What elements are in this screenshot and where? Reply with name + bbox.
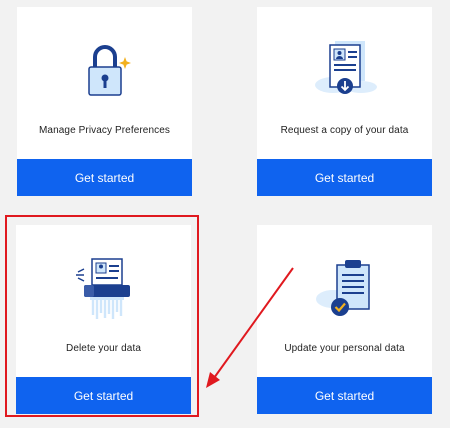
- card-title: Request a copy of your data: [280, 125, 409, 136]
- clipboard-check-icon: [303, 255, 387, 323]
- get-started-button-delete[interactable]: Get started: [16, 377, 191, 414]
- document-download-icon: [303, 37, 387, 105]
- card-title: Manage Privacy Preferences: [39, 125, 170, 136]
- padlock-icon: [63, 37, 147, 105]
- get-started-button-copy[interactable]: Get started: [257, 159, 432, 196]
- get-started-button-privacy[interactable]: Get started: [17, 159, 192, 196]
- card-manage-privacy: Manage Privacy Preferences Get started: [17, 7, 192, 196]
- card-request-copy: Request a copy of your data Get started: [257, 7, 432, 196]
- card-title: Delete your data: [66, 343, 141, 354]
- get-started-button-update[interactable]: Get started: [257, 377, 432, 414]
- card-delete-data: Delete your data Get started: [16, 225, 191, 414]
- card-title: Update your personal data: [284, 343, 405, 354]
- shredder-icon: [62, 255, 146, 323]
- card-update-personal-data: Update your personal data Get started: [257, 225, 432, 414]
